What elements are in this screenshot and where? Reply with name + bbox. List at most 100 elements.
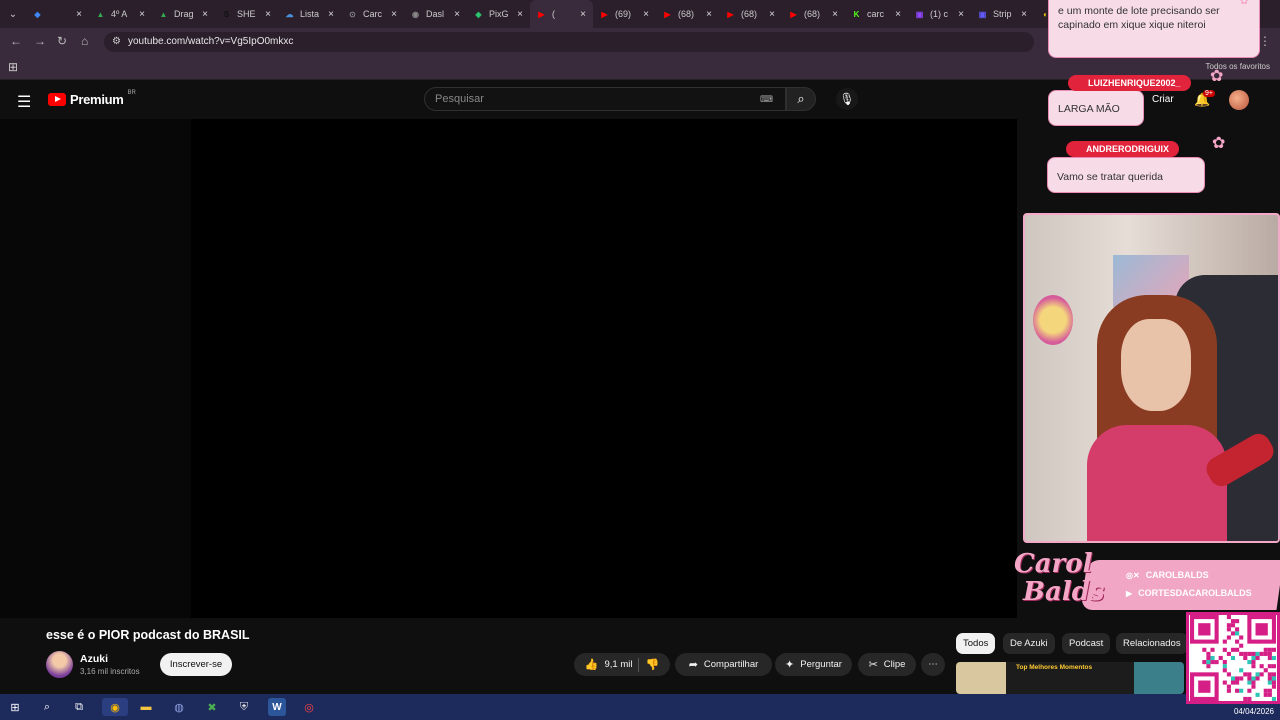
youtube-logo[interactable]: Premium BR: [48, 90, 136, 107]
chip-relacionados[interactable]: Relacionados: [1116, 633, 1188, 654]
ask-button[interactable]: ✦ Perguntar: [775, 653, 852, 676]
qr-module: [1226, 651, 1231, 656]
notification-count-badge: 9+: [1203, 90, 1215, 97]
browser-tab[interactable]: ▶ (69) ×: [593, 0, 656, 28]
file-explorer-icon[interactable]: ▬: [137, 698, 155, 716]
tab-close-icon[interactable]: ×: [262, 9, 274, 20]
browser-tab[interactable]: ☁ Lista ×: [278, 0, 341, 28]
browser-tab[interactable]: ▣ Strip ×: [971, 0, 1034, 28]
qr-module: [1202, 647, 1207, 652]
taskbar-date: 04/04/2026: [1233, 707, 1274, 716]
qr-module: [1239, 676, 1244, 681]
handle-row-2: ▶ CORTESDACAROLBALDS: [1126, 588, 1252, 598]
tab-close-icon[interactable]: ×: [955, 9, 967, 20]
guide-menu-icon[interactable]: ☰: [17, 92, 31, 112]
qr-module: [1210, 655, 1215, 661]
search-input[interactable]: Pesquisar ⌨: [424, 87, 786, 111]
tab-close-icon[interactable]: ×: [136, 9, 148, 20]
qr-module: [1226, 672, 1231, 677]
tab-favicon-icon: ▶: [538, 9, 545, 19]
tab-close-icon[interactable]: ×: [514, 9, 526, 20]
browser-tab[interactable]: Kcarc ×: [845, 0, 908, 28]
tab-close-icon[interactable]: ×: [1018, 9, 1030, 20]
thumbs-up-icon[interactable]: 👍: [585, 658, 599, 671]
chrome-taskbar-icon[interactable]: ◉: [102, 698, 128, 716]
task-view-icon[interactable]: ⧉: [70, 698, 88, 716]
tab-close-icon[interactable]: ×: [325, 9, 337, 20]
tab-close-icon[interactable]: ×: [640, 9, 652, 20]
youtube-small-icon: ▶: [1126, 588, 1133, 598]
tab-title: Drag: [174, 9, 194, 19]
social-handles-banner: Carol Balds ◎✕ CAROLBALDS ▶ CORTESDACARO…: [1014, 546, 1280, 616]
subscribe-button[interactable]: Inscrever-se: [160, 653, 232, 676]
brand-logo: Carol Balds: [1014, 549, 1105, 607]
browser-tab[interactable]: ◉ Dasl ×: [404, 0, 467, 28]
reload-icon[interactable]: ↻: [57, 34, 67, 48]
channel-avatar[interactable]: [46, 651, 73, 678]
site-info-icon[interactable]: ⚙: [112, 36, 121, 47]
qr-module: [1263, 651, 1268, 656]
chip-todos[interactable]: Todos: [956, 633, 996, 654]
tab-close-icon[interactable]: ×: [388, 9, 400, 20]
qr-module: [1251, 660, 1256, 665]
ask-label: Perguntar: [800, 659, 842, 670]
share-button[interactable]: ➦ Compartilhar: [675, 653, 772, 676]
search-taskbar-icon[interactable]: ⌕: [38, 698, 56, 716]
tab-title: Carc: [363, 9, 383, 19]
shield-icon[interactable]: ⛨: [235, 698, 253, 716]
browser-tab[interactable]: ▣ (1) c ×: [908, 0, 971, 28]
home-icon[interactable]: ⌂: [81, 34, 88, 48]
like-count[interactable]: 9,1 mil: [605, 659, 633, 670]
clip-button[interactable]: ✂ Clipe: [858, 653, 916, 676]
channel-name[interactable]: Azuki: [80, 653, 108, 665]
tab-close-icon[interactable]: ×: [829, 9, 841, 20]
qr-module: [1235, 680, 1240, 685]
chip-podcast[interactable]: Podcast: [1062, 633, 1111, 654]
browser-tab[interactable]: ▲ 4º A ×: [89, 0, 152, 28]
xbox-icon[interactable]: ✖: [203, 698, 221, 716]
account-avatar[interactable]: [1229, 90, 1249, 110]
browser-tab[interactable]: ◆ ×: [26, 0, 89, 28]
tab-close-icon[interactable]: ×: [766, 9, 778, 20]
search-button[interactable]: ⌕: [786, 87, 816, 111]
back-icon[interactable]: ←: [10, 34, 22, 48]
menu-kebab-icon[interactable]: ⋮: [1259, 34, 1271, 48]
qr-module: [1226, 615, 1231, 620]
tab-close-icon[interactable]: ×: [199, 9, 211, 20]
discord-icon[interactable]: ◍: [170, 698, 188, 716]
voice-search-button[interactable]: 🎙: [836, 88, 858, 110]
video-player[interactable]: [0, 119, 1017, 618]
chip-de-azuki[interactable]: De Azuki: [1003, 633, 1055, 654]
windows-start-icon[interactable]: ⊞: [6, 698, 24, 716]
chat-bubble-3: Vamo se tratar querida: [1047, 157, 1205, 193]
tab-close-icon[interactable]: ×: [577, 9, 589, 20]
more-actions-button[interactable]: ⋯: [921, 653, 945, 676]
browser-tab[interactable]: S SHE ×: [215, 0, 278, 28]
obs-icon[interactable]: ◎: [300, 698, 318, 716]
subscriber-count: 3,16 mil inscritos: [80, 667, 140, 676]
tab-close-icon[interactable]: ×: [451, 9, 463, 20]
qr-module: [1263, 668, 1268, 673]
browser-tab[interactable]: ⊙ Carc ×: [341, 0, 404, 28]
tab-close-icon[interactable]: ×: [892, 9, 904, 20]
word-icon[interactable]: W: [268, 698, 286, 716]
browser-tab[interactable]: ▶ (68) ×: [782, 0, 845, 28]
recommended-video-thumbnail[interactable]: Top Melhores Momentos: [956, 662, 1184, 694]
apps-grid-icon[interactable]: ⊞: [8, 60, 18, 74]
keyboard-icon[interactable]: ⌨: [760, 94, 773, 105]
qr-module: [1230, 676, 1236, 681]
browser-tab[interactable]: ▶ (68) ×: [719, 0, 782, 28]
tab-search-icon[interactable]: ⌄: [0, 0, 26, 28]
thumbs-down-icon[interactable]: 👎: [645, 658, 659, 671]
browser-tab[interactable]: ▲ Drag ×: [152, 0, 215, 28]
address-bar[interactable]: ⚙ youtube.com/watch?v=Vg5IpO0mkxc: [104, 32, 1034, 52]
qr-module: [1267, 676, 1272, 681]
forward-icon[interactable]: →: [34, 34, 46, 48]
tab-close-icon[interactable]: ×: [73, 9, 85, 20]
tab-close-icon[interactable]: ×: [703, 9, 715, 20]
browser-tab[interactable]: ▶ (×: [530, 0, 593, 28]
browser-tab[interactable]: ▶ (68) ×: [656, 0, 719, 28]
browser-tab[interactable]: ◈ PixG ×: [467, 0, 530, 28]
video-title: esse é o PIOR podcast do BRASIL: [46, 628, 250, 642]
create-button[interactable]: Criar: [1152, 94, 1174, 105]
